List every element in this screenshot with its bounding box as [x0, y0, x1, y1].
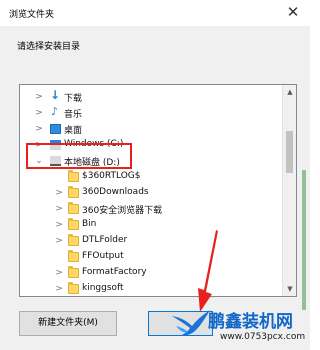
- tree-item-label: Windows (C:): [64, 139, 124, 149]
- chevron-right-icon[interactable]: >: [34, 105, 44, 121]
- folder-icon: [68, 250, 79, 262]
- scroll-down-icon[interactable]: ▼: [283, 282, 296, 296]
- watermark-brand: 鹏鑫装机网: [208, 312, 293, 332]
- chevron-right-icon[interactable]: >: [54, 281, 64, 296]
- vertical-scrollbar[interactable]: ▲ ▼: [282, 85, 296, 296]
- folder-tree[interactable]: > 下载 > 音乐 > 桌面 > Windows (C:) ⌄: [19, 84, 297, 297]
- title-bar: 浏览文件夹 ✕: [0, 0, 310, 26]
- drive-icon: [50, 156, 61, 166]
- tree-item-music[interactable]: > 音乐: [20, 105, 282, 121]
- tree-item-label: 本地磁盘 (D:): [64, 158, 120, 168]
- tree-item-folder[interactable]: > 360安全浏览器下载: [20, 201, 282, 217]
- tree-item-folder[interactable]: > Bin: [20, 217, 282, 233]
- background-strip: [302, 170, 306, 310]
- tree-item-label: 音乐: [64, 110, 83, 120]
- tree-item-label: 360Downloads: [82, 187, 149, 197]
- folder-icon: [68, 266, 79, 278]
- tree-item-folder[interactable]: > kinggsoft: [20, 281, 282, 296]
- download-icon: [50, 88, 61, 102]
- tree-item-desktop[interactable]: > 桌面: [20, 121, 282, 137]
- tree-item-folder[interactable]: > 360Downloads: [20, 185, 282, 201]
- tree-item-downloads[interactable]: > 下载: [20, 88, 282, 105]
- tree-item-label: kinggsoft: [82, 283, 124, 293]
- folder-icon: [68, 218, 79, 230]
- tree-item-folder[interactable]: > DTLFolder: [20, 233, 282, 249]
- tree-item-local-disk-d[interactable]: ⌄ 本地磁盘 (D:): [20, 153, 282, 169]
- tree-item-label: Bin: [82, 219, 97, 229]
- chevron-right-icon: [54, 249, 64, 265]
- desktop-icon: [50, 124, 61, 134]
- tree-item-label: FormatFactory: [82, 267, 147, 277]
- chevron-down-icon[interactable]: ⌄: [34, 153, 44, 169]
- scroll-up-icon[interactable]: ▲: [283, 85, 296, 99]
- dialog-prompt: 请选择安装目录: [17, 42, 81, 52]
- folder-icon: [68, 170, 79, 182]
- chevron-right-icon[interactable]: >: [34, 89, 44, 105]
- tree-item-label: FFOutput: [82, 251, 124, 261]
- tree-item-windows-c[interactable]: > Windows (C:): [20, 137, 282, 153]
- tree-item-folder[interactable]: > FormatFactory: [20, 265, 282, 281]
- watermark-url: www.0753pcx.com: [220, 332, 306, 342]
- tree-item-label: DTLFolder: [82, 235, 128, 245]
- scrollbar-thumb[interactable]: [286, 131, 293, 173]
- browse-folder-dialog: 浏览文件夹 ✕ 请选择安装目录 > 下载 > 音乐 > 桌面 >: [0, 0, 310, 350]
- music-icon: [50, 105, 61, 118]
- tree-item-folder[interactable]: FFOutput: [20, 249, 282, 265]
- folder-icon: [68, 234, 79, 246]
- chevron-right-icon[interactable]: >: [54, 201, 64, 217]
- chevron-right-icon[interactable]: >: [34, 121, 44, 137]
- chevron-right-icon[interactable]: >: [34, 137, 44, 153]
- folder-icon: [68, 186, 79, 198]
- folder-tree-rows: > 下载 > 音乐 > 桌面 > Windows (C:) ⌄: [20, 85, 282, 296]
- tree-item-label: 360安全浏览器下载: [82, 206, 163, 216]
- folder-icon: [68, 202, 79, 214]
- folder-icon: [68, 282, 79, 294]
- drive-icon: [50, 140, 61, 150]
- tree-item-label: $360RTLOG$: [82, 171, 141, 181]
- chevron-right-icon[interactable]: >: [54, 265, 64, 281]
- new-folder-button[interactable]: 新建文件夹(M): [19, 311, 117, 336]
- bird-logo-icon: [172, 310, 210, 336]
- tree-item-label: 下载: [64, 94, 83, 104]
- close-icon[interactable]: ✕: [282, 1, 304, 23]
- chevron-right-icon[interactable]: >: [54, 233, 64, 249]
- chevron-right-icon: [54, 169, 64, 185]
- tree-item-folder[interactable]: $360RTLOG$: [20, 169, 282, 185]
- chevron-right-icon[interactable]: >: [54, 185, 64, 201]
- tree-item-label: 桌面: [64, 126, 83, 136]
- chevron-right-icon[interactable]: >: [54, 217, 64, 233]
- watermark: 鹏鑫装机网 www.0753pcx.com: [170, 302, 310, 350]
- dialog-title: 浏览文件夹: [9, 10, 55, 20]
